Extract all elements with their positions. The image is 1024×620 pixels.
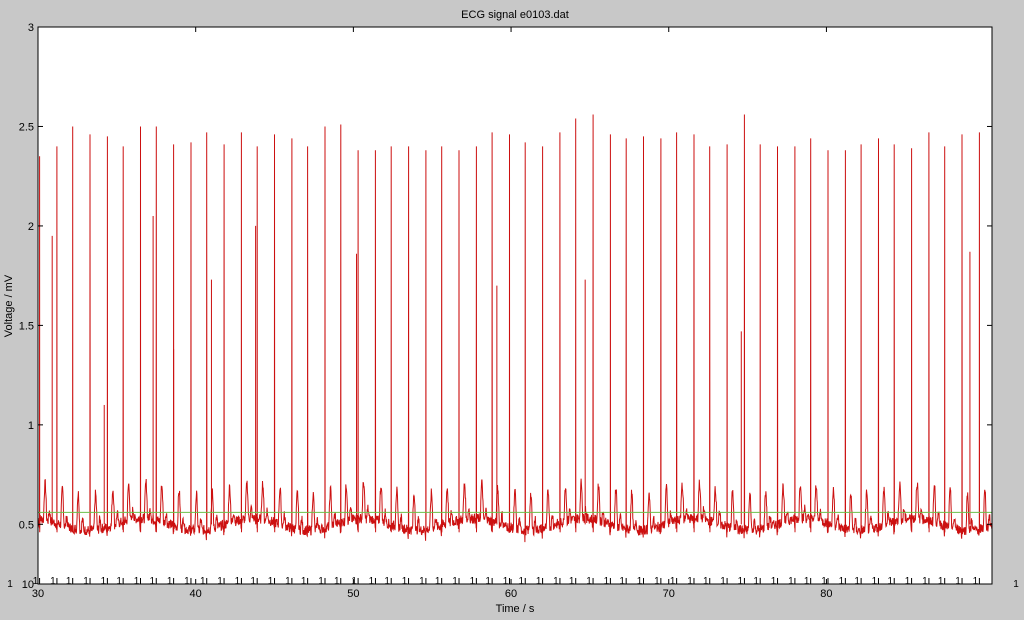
beat-marker-label: 1 (872, 576, 878, 587)
beat-marker-label: 1 (973, 576, 979, 587)
beat-marker-label: 1 (217, 576, 223, 587)
beat-marker-label: 1 (301, 576, 307, 587)
beat-marker-label: 1 (334, 576, 340, 587)
beat-marker-label: 1 (619, 576, 625, 587)
beat-marker-label: 1 (922, 576, 928, 587)
beat-marker-label: 1 (116, 576, 122, 587)
beat-marker-label: 1 (351, 576, 357, 587)
beat-marker-label: 1 (149, 576, 155, 587)
y-tick-label: 2 (28, 221, 34, 233)
beat-marker-label: 1 (637, 576, 643, 587)
beat-marker-label: 1 (604, 576, 610, 587)
beat-marker-label: 1 (905, 576, 911, 587)
beat-marker-label: 1 (536, 576, 542, 587)
beat-marker-label: 1 (235, 576, 241, 587)
beat-marker-label: 1 (586, 576, 592, 587)
y-tick-label: 0.5 (19, 519, 34, 531)
x-tick-label: 60 (505, 588, 517, 600)
beat-marker-label: 1 (134, 576, 140, 587)
y-tick-label: 2.5 (19, 121, 34, 133)
beat-marker-label: 1 (369, 576, 375, 587)
y-tick-label: 3 (28, 22, 34, 34)
y-tick-label: 1 (28, 420, 34, 432)
beat-marker-label: 1 (318, 576, 324, 587)
beat-marker-label: 1 (50, 576, 56, 587)
ecg-chart: 30 40 50 60 70 800.511.522.53 111111111111111… (3, 9, 1019, 615)
beat-marker-label: 1 (771, 576, 777, 587)
beat-marker-label: 1 (703, 576, 709, 587)
beat-marker-label: 1 (670, 576, 676, 587)
beat-marker-label: 1 (569, 576, 575, 587)
beat-marker-label: 1 (452, 576, 458, 587)
y-tick-label: 1.5 (19, 320, 34, 332)
beat-marker-label: 1 (738, 576, 744, 587)
x-axis-title: Time / s (496, 603, 535, 615)
x-tick-label: 50 (347, 588, 359, 600)
beat-marker-label: 1 (268, 576, 274, 587)
beat-marker-label: 1 (854, 576, 860, 587)
beat-marker-label: 1 (553, 576, 559, 587)
beat-marker-label: 1 (887, 576, 893, 587)
beat-marker-label: 1 (839, 576, 845, 587)
x-tick-label: 80 (820, 588, 832, 600)
beat-marker-label: 1 (753, 576, 759, 587)
beat-marker-label: 1 (518, 576, 524, 587)
x-tick-label: 70 (663, 588, 675, 600)
beat-marker-label: 1 (435, 576, 441, 587)
plot-area (38, 27, 992, 584)
beat-marker-label: 1 (955, 576, 961, 587)
beat-marker-label: 1 (384, 576, 390, 587)
beat-marker-label: 1 (419, 576, 425, 587)
beat-marker-label: 1 (720, 576, 726, 587)
beat-marker-label: 1 (83, 576, 89, 587)
beat-marker-label: 1 (250, 576, 256, 587)
right-marker-label: 1 (1013, 579, 1019, 590)
chart-title: ECG signal e0103.dat (461, 9, 569, 21)
beat-marker-label: 1 (804, 576, 810, 587)
beat-marker-label: 1 (485, 576, 491, 587)
beat-marker-label: 1 (654, 576, 660, 587)
beat-marker-label: 1 (687, 576, 693, 587)
beat-marker-label: 1 (821, 576, 827, 587)
left-marker-label: 1 (7, 579, 13, 590)
beat-marker-label: 1 (200, 576, 206, 587)
beat-marker-label: 1 (402, 576, 408, 587)
y-axis-title: Voltage / mV (3, 274, 15, 337)
beat-marker-label: 1 (285, 576, 291, 587)
beat-marker-label: 1 (470, 576, 476, 587)
beat-marker-label: 1 (184, 576, 190, 587)
beat-marker-label: 1 (503, 576, 509, 587)
beat-marker-label: 1 (788, 576, 794, 587)
beat-marker-label: 1 (167, 576, 173, 587)
y-bottom-tick-label: 10 (22, 579, 34, 591)
beat-marker-label: 1 (938, 576, 944, 587)
beat-marker-label: 1 (66, 576, 72, 587)
beat-marker-label: 1 (101, 576, 107, 587)
x-tick-label: 40 (190, 588, 202, 600)
